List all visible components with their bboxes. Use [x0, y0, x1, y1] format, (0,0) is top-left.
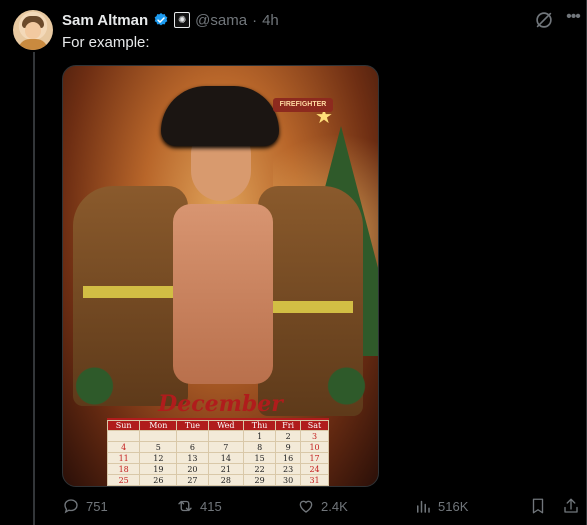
torso	[173, 204, 273, 384]
calendar-day: 19	[139, 463, 178, 475]
avatar-shirt	[18, 39, 48, 50]
calendar-day: 20	[176, 463, 209, 475]
calendar-day: 25	[106, 474, 141, 486]
calendar-day: 17	[300, 452, 329, 464]
reflective-stripe	[268, 301, 353, 313]
like-button[interactable]: 2.4K	[297, 497, 348, 515]
calendar-day: 1	[243, 430, 277, 442]
calendar-day	[106, 430, 141, 442]
calendar-day: 7	[207, 441, 245, 453]
calendar-day: 18	[106, 463, 141, 475]
calendar-day: 4	[106, 441, 141, 453]
view-count: 516K	[438, 498, 469, 514]
month-banner: December	[143, 391, 298, 419]
helmet: FIREFIGHTER	[161, 86, 333, 146]
calendar-day: 2	[275, 430, 302, 442]
grok-icon[interactable]	[533, 9, 555, 31]
calendar-week: 18 19 20 21 22 23 24	[106, 463, 329, 475]
calendar-day: 14	[207, 452, 245, 464]
post-text: For example:	[62, 34, 150, 51]
more-options-icon[interactable]: •••	[562, 9, 584, 31]
weekday-header: Wed	[207, 420, 245, 431]
share-button[interactable]	[562, 497, 580, 515]
separator-dot: ·	[252, 11, 258, 29]
repost-count: 415	[200, 498, 222, 514]
post-time[interactable]: 4h	[262, 12, 279, 29]
calendar-day: 21	[207, 463, 245, 475]
avatar-face	[25, 22, 41, 39]
weekday-header: Sun	[106, 420, 141, 431]
calendar-day: 15	[243, 452, 277, 464]
thread-line	[33, 52, 35, 525]
calendar-day: 22	[243, 463, 277, 475]
calendar-day: 9	[275, 441, 302, 453]
post-image[interactable]: ★ FIREFIGHTER December Sun Mon Tue Wed T…	[62, 65, 379, 487]
calendar-day: 30	[275, 474, 302, 486]
calendar-day: 23	[275, 463, 302, 475]
calendar-day: 3	[300, 430, 329, 442]
openai-logo-icon[interactable]: ✺	[174, 12, 191, 28]
calendar-day: 29	[243, 474, 277, 486]
calendar-day: 26	[139, 474, 178, 486]
calendar-day: 11	[106, 452, 141, 464]
calendar-day: 12	[139, 452, 178, 464]
weekday-header: Sat	[300, 420, 329, 431]
calendar-day: 6	[176, 441, 209, 453]
bookmark-icon	[532, 498, 544, 514]
reply-button[interactable]: 751	[62, 497, 108, 515]
weekday-header: Fri	[275, 420, 302, 431]
calendar-week: 25 26 27 28 29 30 31	[106, 474, 329, 486]
reflective-stripe	[83, 286, 173, 298]
bookmark-button[interactable]	[529, 497, 547, 515]
weekday-header: Mon	[139, 420, 178, 431]
calendar-day: 5	[139, 441, 178, 453]
calendar-day: 13	[176, 452, 209, 464]
verified-badge-icon[interactable]	[153, 12, 169, 28]
like-count: 2.4K	[321, 498, 348, 514]
helmet-badge: FIREFIGHTER	[273, 98, 333, 112]
calendar-day: 27	[176, 474, 209, 486]
repost-button[interactable]: 415	[176, 497, 222, 515]
calendar-day: 16	[275, 452, 302, 464]
repost-icon	[178, 500, 192, 512]
calendar-day	[207, 430, 245, 442]
weekday-header: Thu	[243, 420, 277, 431]
action-bar: 751 415 2.4K 516K	[62, 497, 582, 517]
calendar-day: 24	[300, 463, 329, 475]
calendar-week: 4 5 6 7 8 9 10	[106, 441, 329, 453]
views-chart-icon	[417, 500, 430, 513]
calendar-day: 10	[300, 441, 329, 453]
calendar-week: 1 2 3	[106, 430, 329, 442]
calendar-table: Sun Mon Tue Wed Thu Fri Sat 1 2 3 4 5 6 …	[106, 420, 329, 486]
author-name[interactable]: Sam Altman	[62, 12, 148, 29]
reply-icon	[64, 499, 78, 514]
author-handle[interactable]: @sama	[195, 12, 247, 29]
weekday-header: Tue	[176, 420, 209, 431]
calendar-month: December	[158, 391, 283, 417]
post-header: Sam Altman ✺ @sama · 4h	[62, 10, 279, 30]
heart-icon	[299, 500, 313, 513]
calendar: Sun Mon Tue Wed Thu Fri Sat 1 2 3 4 5 6 …	[106, 418, 329, 486]
calendar-week: 11 12 13 14 15 16 17	[106, 452, 329, 464]
views-button[interactable]: 516K	[414, 497, 468, 515]
calendar-day	[139, 430, 178, 442]
share-icon	[564, 498, 578, 513]
calendar-day: 8	[243, 441, 277, 453]
calendar-day: 28	[207, 474, 245, 486]
calendar-day	[176, 430, 209, 442]
avatar[interactable]	[13, 10, 53, 50]
calendar-day: 31	[300, 474, 329, 486]
reply-count: 751	[86, 498, 108, 514]
